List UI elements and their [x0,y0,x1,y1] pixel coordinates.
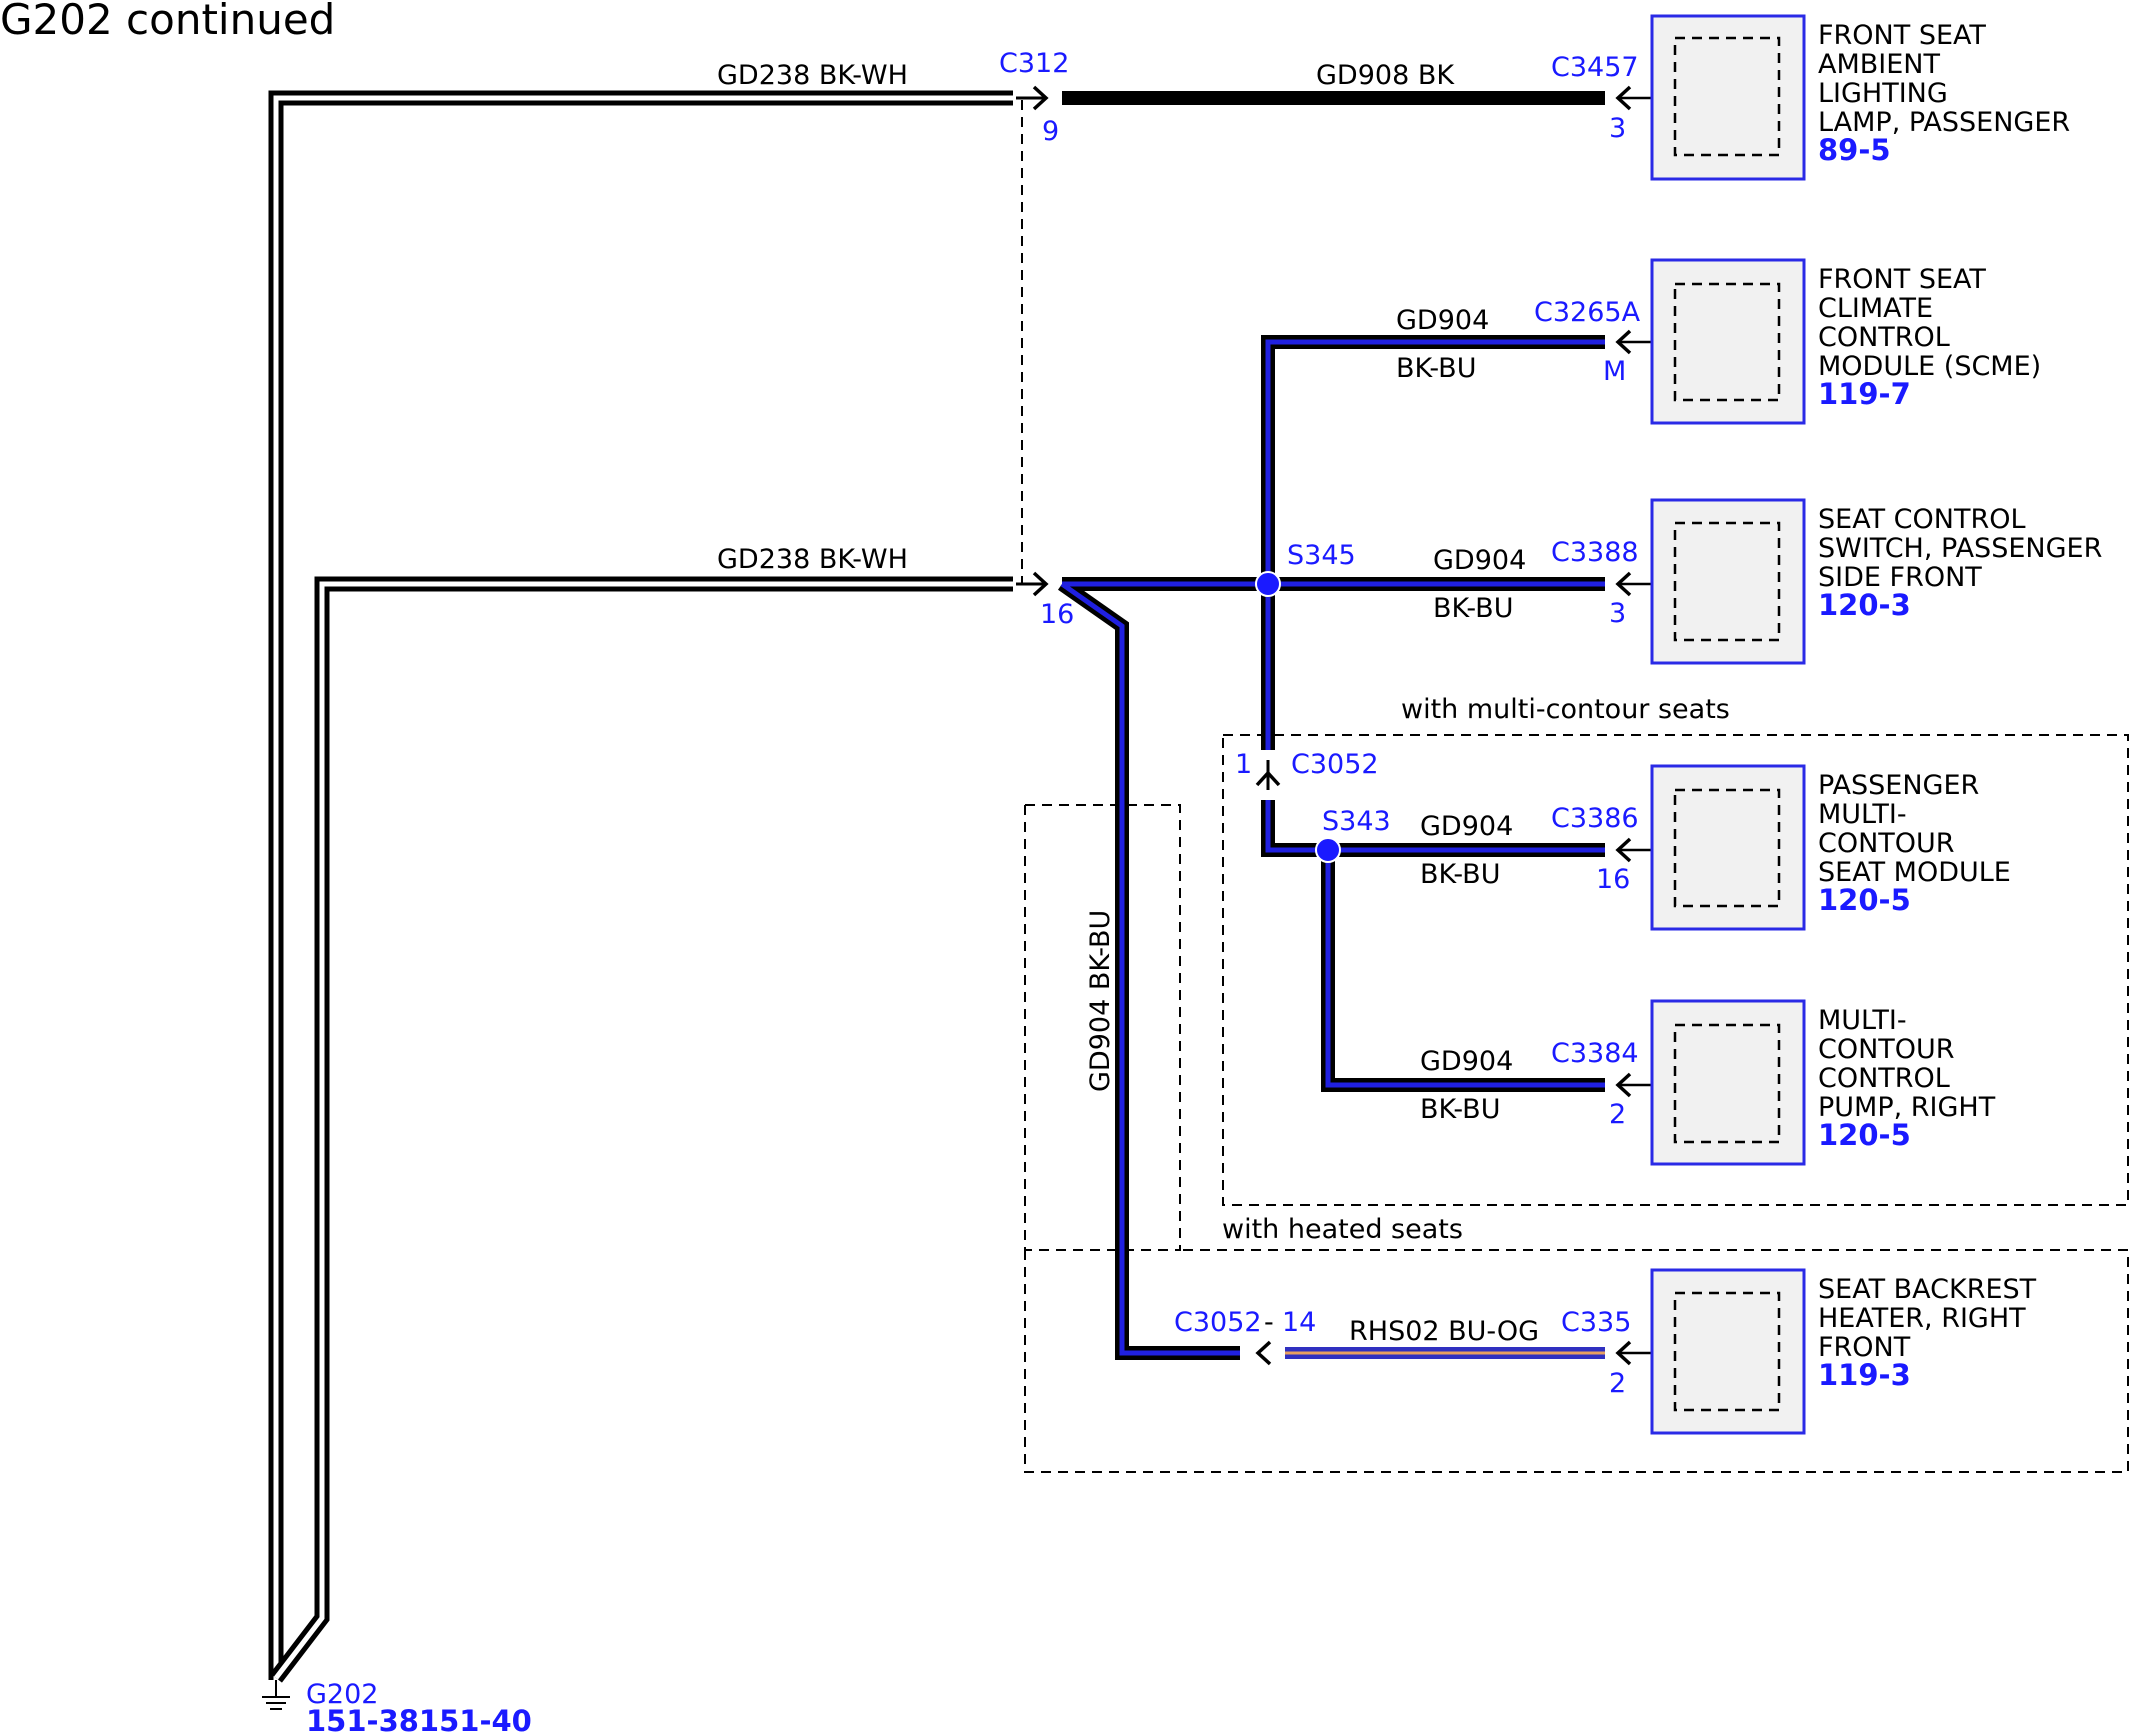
svg-text:FRONT SEAT: FRONT SEAT [1818,264,1986,295]
svg-text:MULTI-: MULTI- [1818,1005,1907,1036]
connector-c3457-pin: 3 [1609,113,1626,144]
component-ambient-lamp[interactable] [1650,14,1806,181]
connector-c312-label[interactable]: C312 [999,48,1069,79]
svg-text:AMBIENT: AMBIENT [1818,49,1941,80]
wire-label-rhs02: RHS02 BU-OG [1349,1316,1539,1347]
wire-label-gd904-c3388-color: BK-BU [1433,593,1513,624]
component-ref-link[interactable]: 89-5 [1818,133,1891,167]
svg-text:CONTROL: CONTROL [1818,1063,1950,1094]
svg-text:SEAT BACKREST: SEAT BACKREST [1818,1274,2037,1305]
splice-s345[interactable] [1255,571,1281,597]
splice-s343-label: S343 [1322,806,1391,837]
wire-label-gd904-c3386-circuit: GD904 [1420,811,1513,842]
connector-chevrons-left [1255,85,1632,1366]
component-multi-contour-module[interactable] [1650,764,1806,931]
option-label-multi-contour: with multi-contour seats [1401,694,1730,725]
connector-c3052-pin: 1 [1235,749,1252,780]
connector-c335-pin: 2 [1609,1368,1626,1399]
component-label-ambient-lamp: FRONT SEAT AMBIENT LIGHTING LAMP, PASSEN… [1818,20,2070,167]
component-ref-link[interactable]: 120-3 [1818,588,1911,622]
splice-s343[interactable] [1315,837,1341,863]
svg-text:FRONT SEAT: FRONT SEAT [1818,20,1986,51]
wire-gd238-top [268,90,1013,1680]
connector-c3386-label[interactable]: C3386 [1551,803,1639,834]
wire-label-gd904-vertical: GD904 BK-BU [1085,910,1116,1092]
svg-text:SWITCH, PASSENGER: SWITCH, PASSENGER [1818,533,2102,564]
component-label-scme: FRONT SEAT CLIMATE CONTROL MODULE (SCME)… [1818,264,2041,411]
wire-label-gd238-top: GD238 BK-WH [717,60,908,91]
page-title: G202 continued [0,0,335,44]
connector-c3265a-label[interactable]: C3265A [1534,297,1641,328]
connector-c335-label[interactable]: C335 [1561,1307,1631,1338]
component-multi-contour-pump[interactable] [1650,999,1806,1166]
wire-label-gd904-c3384-circuit: GD904 [1420,1046,1513,1077]
component-label-multi-contour-pump: MULTI- CONTOUR CONTROL PUMP, RIGHT 120-5 [1818,1005,1996,1152]
connector-c3386-pin: 16 [1596,864,1630,895]
connector-c3052-14-separator: - [1264,1307,1274,1338]
svg-text:MULTI-: MULTI- [1818,799,1907,830]
wire-gd238-mid [270,576,1013,1683]
option-label-heated: with heated seats [1222,1214,1463,1245]
component-label-seat-control-switch: SEAT CONTROL SWITCH, PASSENGER SIDE FRON… [1818,504,2102,622]
svg-text:CONTROL: CONTROL [1818,322,1950,353]
connector-c3052-14-label[interactable]: C3052 [1174,1307,1262,1338]
connector-c3052-label[interactable]: C3052 [1291,749,1379,780]
wire-label-gd904-scme-circuit: GD904 [1396,305,1489,336]
wire-label-gd904-c3386-color: BK-BU [1420,859,1500,890]
connector-c312-pin9: 9 [1042,116,1059,147]
connector-c3388-pin: 3 [1609,598,1626,629]
component-label-backrest-heater: SEAT BACKREST HEATER, RIGHT FRONT 119-3 [1818,1274,2037,1392]
connector-c312-pin16: 16 [1040,599,1074,630]
connector-c3457-label[interactable]: C3457 [1551,52,1639,83]
wire-label-gd238-mid: GD238 BK-WH [717,544,908,575]
component-scme[interactable] [1650,258,1806,425]
wiring-diagram: G202 continued G202 151-38151-40 S345 S3… [0,0,2129,1734]
wire-label-gd904-c3388-circuit: GD904 [1433,545,1526,576]
svg-text:CLIMATE: CLIMATE [1818,293,1933,324]
component-backrest-heater[interactable] [1650,1268,1806,1435]
svg-text:SEAT CONTROL: SEAT CONTROL [1818,504,2026,535]
component-ref-link[interactable]: 120-5 [1818,1118,1911,1152]
splice-s345-label: S345 [1287,540,1356,571]
ground-symbol-icon [262,1680,290,1710]
component-ref-link[interactable]: 120-5 [1818,883,1911,917]
connector-c3265a-pin: M [1603,356,1626,387]
wire-label-gd904-c3384-color: BK-BU [1420,1094,1500,1125]
svg-text:CONTOUR: CONTOUR [1818,828,1955,859]
svg-text:CONTOUR: CONTOUR [1818,1034,1955,1065]
ground-ref[interactable]: 151-38151-40 [306,1704,532,1734]
component-label-multi-contour-module: PASSENGER MULTI- CONTOUR SEAT MODULE 120… [1818,770,2011,917]
component-seat-control-switch[interactable] [1650,498,1806,665]
wire-label-gd904-scme-color: BK-BU [1396,353,1476,384]
svg-text:LIGHTING: LIGHTING [1818,78,1948,109]
svg-text:HEATER, RIGHT: HEATER, RIGHT [1818,1303,2026,1334]
component-ref-link[interactable]: 119-3 [1818,1358,1911,1392]
wire-label-gd908: GD908 BK [1316,60,1455,91]
connector-c3052-14-pin: 14 [1282,1307,1316,1338]
connector-c3384-pin: 2 [1609,1099,1626,1130]
component-ref-link[interactable]: 119-7 [1818,377,1911,411]
svg-text:PASSENGER: PASSENGER [1818,770,1979,801]
connector-c3384-label[interactable]: C3384 [1551,1038,1639,1069]
connector-c3388-label[interactable]: C3388 [1551,537,1639,568]
component-stubs [1618,96,1652,1355]
